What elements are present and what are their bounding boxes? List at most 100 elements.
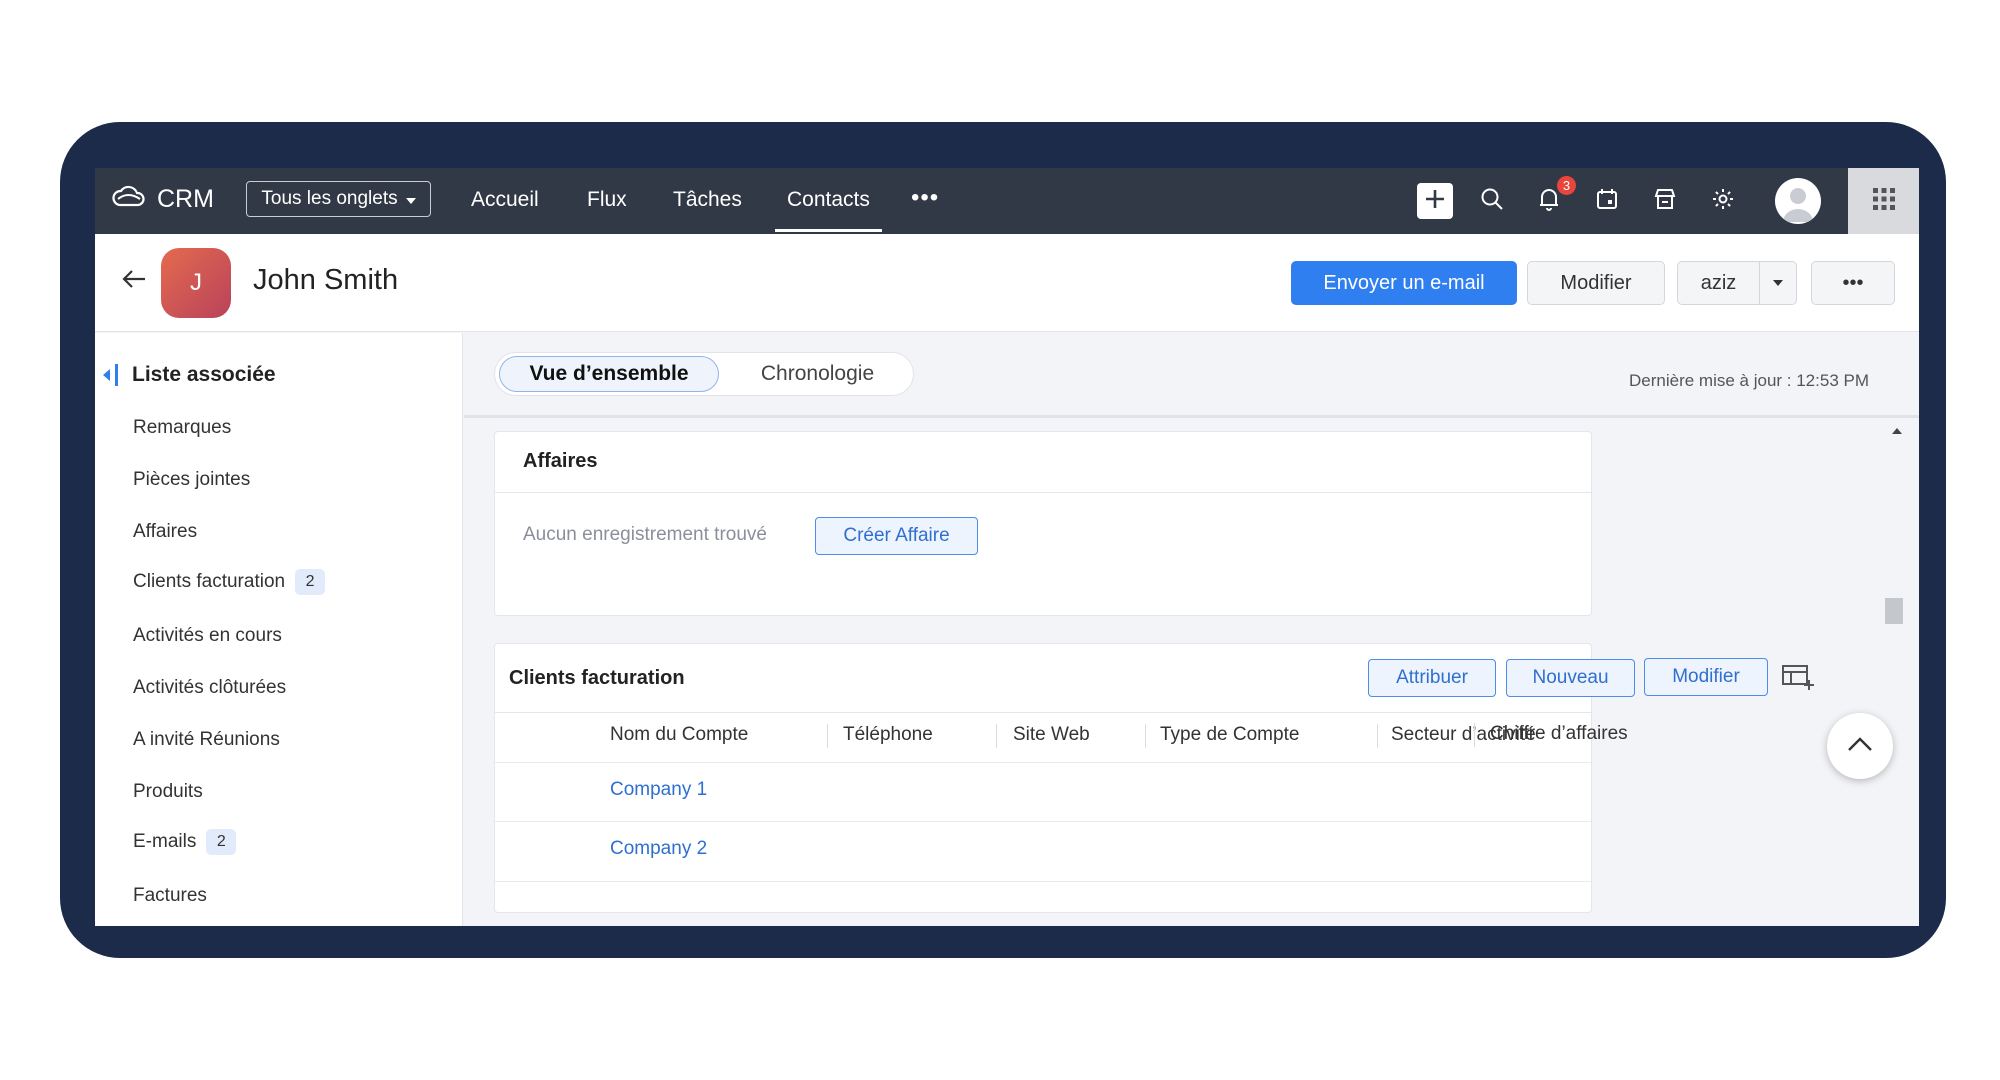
nav-taches[interactable]: Tâches xyxy=(673,168,742,234)
collapse-left-icon[interactable] xyxy=(103,363,111,387)
back-to-top-button[interactable] xyxy=(1827,713,1893,779)
table-header-row: Nom du Compte Téléphone Site Web Type de… xyxy=(495,712,1591,762)
sidebar-item-clients-facturation[interactable]: Clients facturation 2 xyxy=(133,569,326,595)
user-blueprint-dropdown[interactable]: aziz xyxy=(1677,261,1797,305)
column-header[interactable]: Site Web xyxy=(1013,724,1090,746)
deals-card: Affaires Aucun enregistrement trouvé Cré… xyxy=(494,431,1592,616)
user-avatar[interactable] xyxy=(1775,178,1821,224)
all-tabs-label: Tous les onglets xyxy=(261,188,398,209)
notification-count-badge: 3 xyxy=(1557,176,1576,195)
gear-icon xyxy=(1711,187,1735,216)
sidebar-item-affaires[interactable]: Affaires xyxy=(133,521,197,543)
count-badge: 2 xyxy=(206,829,237,855)
search-button[interactable] xyxy=(1475,184,1509,218)
card-divider xyxy=(495,492,1591,493)
tab-overview[interactable]: Vue d’ensemble xyxy=(499,356,719,392)
related-list-title: Liste associée xyxy=(132,363,276,386)
top-navigation-bar: CRM Tous les onglets Accueil Flux Tâches… xyxy=(95,168,1919,234)
sidebar-item-pieces-jointes[interactable]: Pièces jointes xyxy=(133,469,250,491)
cloud-logo-icon xyxy=(111,185,147,214)
sidebar-item-label: Factures xyxy=(133,885,207,906)
billing-clients-title: Clients facturation xyxy=(509,667,685,689)
edit-record-button[interactable]: Modifier xyxy=(1527,261,1665,305)
scroll-up-arrow[interactable] xyxy=(1892,421,1902,439)
sidebar-item-reunions[interactable]: A invité Réunions xyxy=(133,729,280,751)
row-divider xyxy=(495,881,1591,882)
nav-flux[interactable]: Flux xyxy=(587,168,627,234)
send-email-button[interactable]: Envoyer un e-mail xyxy=(1291,261,1517,305)
sidebar-item-label: Activités clôturées xyxy=(133,677,287,698)
calendar-icon xyxy=(1595,187,1619,216)
view-switcher: Vue d’ensemble Chronologie xyxy=(494,352,914,396)
account-name-link[interactable]: Company 2 xyxy=(610,838,707,860)
apps-grid-button[interactable] xyxy=(1848,168,1919,234)
edit-billing-button[interactable]: Modifier xyxy=(1644,658,1768,696)
more-actions-button[interactable]: ••• xyxy=(1811,261,1895,305)
sidebar-item-label: Clients facturation xyxy=(133,571,286,592)
account-name-link[interactable]: Company 1 xyxy=(610,779,707,801)
marketplace-button[interactable] xyxy=(1648,184,1682,218)
sidebar-item-label: Affaires xyxy=(133,521,198,542)
contact-name: John Smith xyxy=(253,264,399,296)
all-tabs-dropdown[interactable]: Tous les onglets xyxy=(246,181,431,217)
tab-timeline[interactable]: Chronologie xyxy=(730,356,905,392)
sidebar-item-e-mails[interactable]: E-mails 2 xyxy=(133,829,237,855)
column-separator xyxy=(996,724,997,748)
sidebar-item-remarques[interactable]: Remarques xyxy=(133,417,231,439)
sidebar-item-label: Remarques xyxy=(133,417,232,438)
sidebar-item-label: A invité Réunions xyxy=(133,729,280,750)
column-header[interactable]: Téléphone xyxy=(843,724,933,746)
sidebar-item-activites-cloturees[interactable]: Activités clôturées xyxy=(133,677,286,699)
settings-button[interactable] xyxy=(1706,184,1740,218)
store-icon xyxy=(1653,187,1677,216)
sidebar-item-label: Pièces jointes xyxy=(133,469,251,490)
calendar-button[interactable] xyxy=(1590,184,1624,218)
arrow-left-icon xyxy=(121,270,147,294)
plus-icon xyxy=(1424,188,1446,215)
count-badge: 2 xyxy=(295,569,326,595)
new-button[interactable]: Nouveau xyxy=(1506,659,1635,697)
table-add-icon xyxy=(1782,665,1816,695)
nav-more-button[interactable]: ••• xyxy=(911,184,939,212)
column-separator xyxy=(1377,724,1378,748)
crm-logo[interactable]: CRM xyxy=(111,185,214,214)
table-row[interactable]: Company 1 xyxy=(495,763,1591,821)
nav-contacts[interactable]: Contacts xyxy=(775,168,882,234)
crm-screen: CRM Tous les onglets Accueil Flux Tâches… xyxy=(95,168,1919,926)
last-updated-text: Dernière mise à jour : 12:53 PM xyxy=(1629,371,1869,390)
grid-icon xyxy=(1872,187,1896,216)
quick-create-button[interactable] xyxy=(1417,183,1453,219)
caret-down-icon[interactable] xyxy=(1760,280,1796,286)
table-row[interactable]: Company 2 xyxy=(495,822,1591,880)
add-column-button[interactable] xyxy=(1782,663,1816,696)
sidebar-item-label: Produits xyxy=(133,781,203,802)
table-header-extra: Chiffre d’affaires xyxy=(1464,711,1628,761)
chevron-up-icon xyxy=(1847,736,1873,757)
contact-avatar: J xyxy=(161,248,231,318)
billing-clients-card: Clients facturation Attribuer Nouveau No… xyxy=(494,643,1635,913)
sidebar-item-factures[interactable]: Factures xyxy=(133,885,207,907)
record-header: J John Smith Envoyer un e-mail Modifier … xyxy=(95,234,1919,332)
sidebar-item-label: E-mails xyxy=(133,831,197,852)
sidebar-item-activites-en-cours[interactable]: Activités en cours xyxy=(133,625,282,647)
related-list-header[interactable]: Liste associée xyxy=(103,363,276,387)
back-button[interactable] xyxy=(121,268,147,295)
column-header[interactable]: Chiffre d’affaires xyxy=(1490,723,1628,745)
column-header[interactable]: Type de Compte xyxy=(1160,724,1299,746)
column-header[interactable]: Nom du Compte xyxy=(610,724,748,746)
sidebar-item-produits[interactable]: Produits xyxy=(133,781,203,803)
caret-down-icon xyxy=(405,188,416,210)
deals-title: Affaires xyxy=(523,450,598,472)
no-records-text: Aucun enregistrement trouvé xyxy=(523,524,767,545)
sidebar-item-label: Activités en cours xyxy=(133,625,282,646)
related-list-sidebar: Liste associée Remarques Pièces jointes … xyxy=(95,333,463,926)
scrollbar-thumb[interactable] xyxy=(1885,598,1903,624)
user-dropdown-label: aziz xyxy=(1678,262,1760,304)
create-deal-button[interactable]: Créer Affaire xyxy=(815,517,978,555)
column-separator xyxy=(1474,723,1475,747)
main-content: Vue d’ensemble Chronologie Dernière mise… xyxy=(464,333,1919,926)
section-divider xyxy=(464,415,1919,418)
nav-accueil[interactable]: Accueil xyxy=(471,168,539,234)
app-name: CRM xyxy=(157,185,214,213)
assign-button[interactable]: Attribuer xyxy=(1368,659,1496,697)
